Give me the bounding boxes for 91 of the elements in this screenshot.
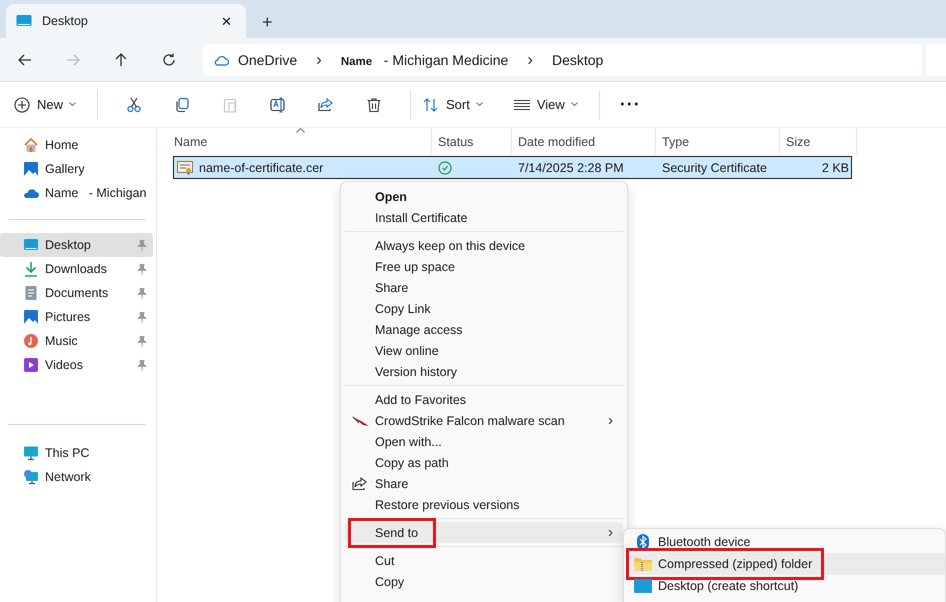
caret-icon [570, 102, 578, 107]
bird-icon [351, 414, 369, 426]
file-row[interactable]: name-of-certificate.cer 7/14/2025 2:28 PM Security Certificate 2 KB [174, 157, 851, 178]
image-icon [23, 309, 39, 325]
column-header[interactable]: Name [174, 128, 432, 155]
monitor-icon [634, 579, 652, 593]
menu-item[interactable]: Share [345, 277, 623, 298]
rename-icon[interactable] [270, 96, 286, 112]
zip-folder-icon [634, 557, 652, 571]
menu-item[interactable]: Always keep on this device [345, 235, 623, 256]
sidebar-item[interactable]: Pictures [0, 305, 153, 329]
chevron-icon: › [608, 412, 623, 429]
menu-item[interactable]: Open with... [345, 431, 623, 452]
menu-item[interactable]: Add to Favorites [345, 389, 623, 410]
sort-caret-icon [296, 128, 305, 133]
view-button[interactable]: View [514, 88, 587, 120]
column-header[interactable]: Size [780, 128, 857, 155]
download-icon [23, 261, 39, 277]
close-tab-button[interactable]: ✕ [217, 12, 236, 30]
menu-item[interactable]: View online [345, 340, 623, 361]
trash-icon[interactable] [366, 96, 382, 112]
home-icon [23, 137, 39, 153]
address-bar[interactable]: OneDrive › Name - Michigan Medicine › Desktop [203, 44, 922, 76]
more-button[interactable]: ··· [612, 94, 649, 115]
new-tab-button[interactable]: + [252, 6, 283, 38]
sort-button[interactable]: Sort [423, 88, 492, 120]
breadcrumb-separator: › [315, 50, 323, 70]
monitor-icon [23, 237, 39, 253]
refresh-icon[interactable] [161, 52, 177, 68]
sidebar-item[interactable]: Videos [0, 353, 153, 377]
back-icon[interactable] [17, 52, 33, 68]
breadcrumb[interactable]: Desktop [552, 52, 604, 68]
breadcrumb-separator: › [526, 50, 534, 70]
menu-item[interactable]: Copy [345, 571, 623, 592]
file-size: 2 KB [822, 160, 849, 174]
menu-item[interactable]: Install Certificate [345, 207, 623, 228]
menu-item[interactable]: Manage access [345, 319, 623, 340]
tab[interactable]: Desktop ✕ [6, 4, 246, 38]
menu-item[interactable]: Share [345, 473, 623, 494]
computer-icon [23, 445, 39, 461]
menu-item[interactable]: Desktop (create shortcut) [628, 575, 945, 597]
sidebar-item[interactable]: Network [0, 465, 153, 489]
image-icon [23, 161, 39, 177]
menu-item[interactable]: Open [345, 186, 623, 207]
menu-item[interactable]: Cut [345, 550, 623, 571]
file-name: name-of-certificate.cer [199, 160, 324, 174]
tab-title: Desktop [42, 14, 89, 28]
sidebar-item[interactable]: This PC [0, 441, 153, 465]
sidebar-item[interactable]: Downloads [0, 257, 153, 281]
network-icon [23, 469, 39, 485]
music-icon [23, 333, 39, 349]
menu-item[interactable]: Restore previous versions [345, 494, 623, 515]
menu-item[interactable]: Free up space [345, 256, 623, 277]
sidebar-item[interactable]: Music [0, 329, 153, 353]
menu-item[interactable]: CrowdStrike Falcon malware scan › [345, 410, 623, 431]
sync-status-icon [438, 160, 452, 174]
list-icon [514, 98, 530, 110]
up-icon[interactable] [113, 52, 129, 68]
sort-icon [423, 96, 440, 112]
column-header[interactable]: Status [432, 128, 512, 155]
breadcrumb[interactable]: OneDrive [238, 52, 298, 68]
share-icon [352, 476, 368, 492]
plus-circle-icon [14, 96, 30, 112]
chevron-icon: › [608, 524, 623, 541]
menu-item[interactable]: Compressed (zipped) folder [628, 553, 945, 575]
cloud-icon [213, 54, 229, 66]
sidebar-item[interactable]: Gallery [0, 157, 153, 181]
caret-icon [69, 102, 76, 107]
monitor-icon [16, 14, 32, 28]
video-icon [23, 357, 39, 373]
scissors-icon[interactable] [126, 96, 142, 112]
menu-item[interactable]: Send to › [345, 522, 623, 543]
menu-item[interactable]: Bluetooth device [628, 531, 945, 553]
document-icon [23, 285, 39, 301]
date-modified: 7/14/2025 2:28 PM [518, 160, 624, 174]
sidebar-item[interactable]: Home [0, 133, 153, 157]
file-type: Security Certificate [662, 160, 767, 174]
share-icon[interactable] [318, 96, 334, 112]
breadcrumb[interactable]: Name - Michigan Medicine [340, 52, 508, 68]
sidebar-item[interactable]: Documents [0, 281, 153, 305]
new-button[interactable]: New [14, 88, 86, 120]
menu-item[interactable]: Copy Link [345, 298, 623, 319]
menu-item[interactable]: Version history [345, 361, 623, 382]
copy-icon[interactable] [174, 96, 190, 112]
column-header[interactable]: Date modified [512, 128, 656, 155]
certificate-icon [177, 160, 193, 174]
sidebar-item[interactable]: Desktop [0, 233, 153, 257]
caret-icon [476, 102, 483, 107]
column-header[interactable]: Type [656, 128, 780, 155]
sidebar-item[interactable]: Name - Michigan [0, 181, 153, 205]
menu-item[interactable]: Copy as path [345, 452, 623, 473]
